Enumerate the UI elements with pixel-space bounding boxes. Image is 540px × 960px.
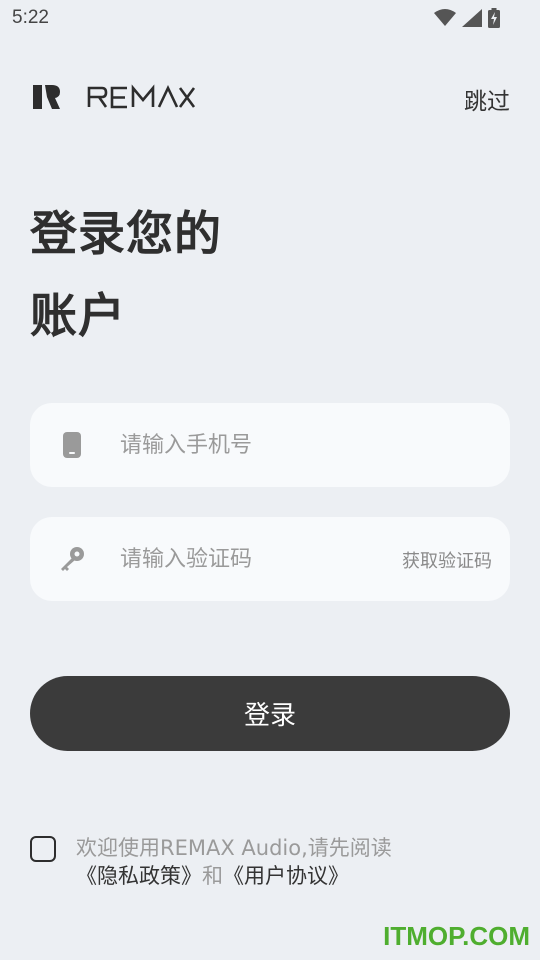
get-code-button[interactable]: 获取验证码 xyxy=(402,547,492,573)
phone-input[interactable] xyxy=(120,423,480,467)
agreement-conjunction: 和 xyxy=(202,864,223,888)
title-line-2: 账户 xyxy=(30,289,126,344)
agreement-text: 欢迎使用REMAX Audio,请先阅读《隐私政策》和《用户协议》 xyxy=(76,834,516,890)
title-line-1: 登录您的 xyxy=(30,207,222,262)
privacy-policy-link[interactable]: 《隐私政策》 xyxy=(76,864,202,888)
agreement-prefix: 欢迎使用REMAX Audio,请先阅读 xyxy=(76,836,392,860)
watermark: ITMOP.COM xyxy=(383,921,530,951)
battery-charging-icon xyxy=(488,8,500,28)
login-button[interactable]: 登录 xyxy=(30,676,510,751)
code-field[interactable]: 获取验证码 xyxy=(30,517,510,601)
page-title: 登录您的 账户 xyxy=(30,194,330,358)
wifi-icon xyxy=(434,9,456,26)
agree-checkbox[interactable] xyxy=(30,836,56,862)
status-icons xyxy=(434,7,500,29)
status-bar: 5:22 xyxy=(0,0,540,36)
phone-icon xyxy=(63,432,81,458)
key-icon xyxy=(61,547,84,571)
phone-field[interactable] xyxy=(30,403,510,487)
signal-icon xyxy=(462,9,482,27)
code-input[interactable] xyxy=(120,537,380,581)
status-time: 5:22 xyxy=(12,7,49,28)
remax-logo xyxy=(33,84,196,109)
skip-button[interactable]: 跳过 xyxy=(464,82,510,116)
user-agreement-link[interactable]: 《用户协议》 xyxy=(223,864,349,888)
